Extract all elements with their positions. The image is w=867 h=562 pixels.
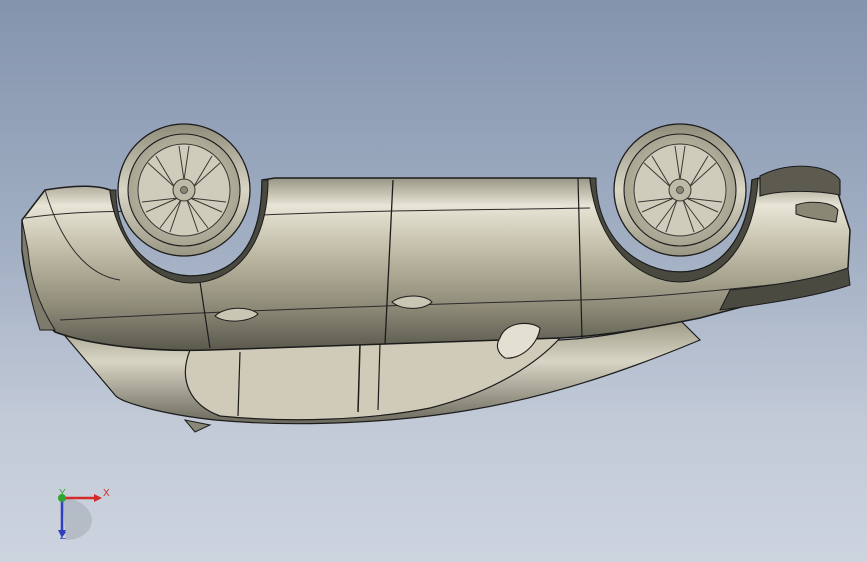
- front-wheel: [117, 123, 251, 257]
- graphics-viewport[interactable]: X Y Z: [0, 0, 867, 562]
- x-axis-label: X: [103, 488, 110, 499]
- y-axis-label: Y: [59, 488, 66, 499]
- x-axis-arrow: [94, 494, 102, 502]
- reference-triad: X Y Z: [40, 480, 120, 550]
- car-model[interactable]: [0, 0, 867, 562]
- roof-antenna: [183, 419, 212, 433]
- rear-wheel: [613, 123, 747, 257]
- z-axis-label: Z: [60, 531, 67, 542]
- rear-cap: [759, 165, 841, 197]
